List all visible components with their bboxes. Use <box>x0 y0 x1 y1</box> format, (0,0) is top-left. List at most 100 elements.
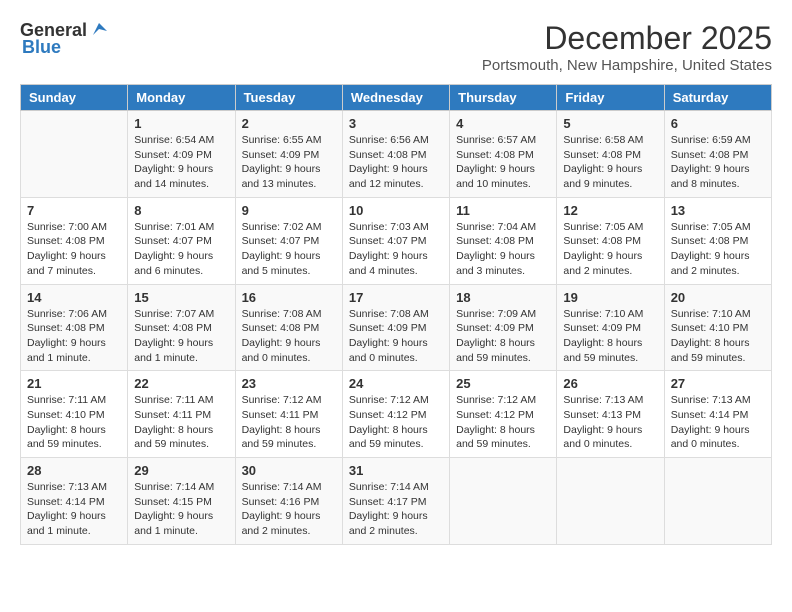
calendar-day-cell: 4Sunrise: 6:57 AMSunset: 4:08 PMDaylight… <box>450 111 557 198</box>
page-header: General Blue December 2025 Portsmouth, N… <box>10 10 782 79</box>
daylight-text: and 1 minute. <box>134 352 198 364</box>
daylight-text: and 0 minutes. <box>671 438 740 450</box>
sunset-text: Sunset: 4:08 PM <box>563 235 641 247</box>
daylight-text: Daylight: 9 hours <box>349 250 428 262</box>
sunset-text: Sunset: 4:09 PM <box>563 322 641 334</box>
day-info: Sunrise: 6:55 AMSunset: 4:09 PMDaylight:… <box>242 133 336 192</box>
calendar-week-row: 28Sunrise: 7:13 AMSunset: 4:14 PMDayligh… <box>21 458 772 545</box>
sunset-text: Sunset: 4:08 PM <box>27 235 105 247</box>
daylight-text: and 59 minutes. <box>349 438 424 450</box>
calendar-day-cell: 18Sunrise: 7:09 AMSunset: 4:09 PMDayligh… <box>450 284 557 371</box>
sunrise-text: Sunrise: 6:55 AM <box>242 134 322 146</box>
day-info: Sunrise: 7:11 AMSunset: 4:10 PMDaylight:… <box>27 393 121 452</box>
calendar-day-cell <box>557 458 664 545</box>
calendar-day-cell: 24Sunrise: 7:12 AMSunset: 4:12 PMDayligh… <box>342 371 449 458</box>
weekday-header: Thursday <box>450 85 557 111</box>
sunset-text: Sunset: 4:08 PM <box>671 235 749 247</box>
daylight-text: Daylight: 9 hours <box>242 250 321 262</box>
day-number: 7 <box>27 203 121 218</box>
sunrise-text: Sunrise: 7:14 AM <box>134 481 214 493</box>
daylight-text: and 6 minutes. <box>134 265 203 277</box>
weekday-header: Tuesday <box>235 85 342 111</box>
day-info: Sunrise: 7:11 AMSunset: 4:11 PMDaylight:… <box>134 393 228 452</box>
daylight-text: and 3 minutes. <box>456 265 525 277</box>
daylight-text: Daylight: 9 hours <box>242 337 321 349</box>
daylight-text: and 10 minutes. <box>456 178 531 190</box>
sunrise-text: Sunrise: 7:10 AM <box>671 308 751 320</box>
calendar-day-cell: 21Sunrise: 7:11 AMSunset: 4:10 PMDayligh… <box>21 371 128 458</box>
daylight-text: Daylight: 9 hours <box>27 510 106 522</box>
daylight-text: Daylight: 9 hours <box>671 250 750 262</box>
day-info: Sunrise: 7:14 AMSunset: 4:16 PMDaylight:… <box>242 480 336 539</box>
sunrise-text: Sunrise: 7:02 AM <box>242 221 322 233</box>
logo-blue-text: Blue <box>22 37 61 58</box>
sunset-text: Sunset: 4:11 PM <box>134 409 211 421</box>
calendar-day-cell: 3Sunrise: 6:56 AMSunset: 4:08 PMDaylight… <box>342 111 449 198</box>
calendar-day-cell <box>21 111 128 198</box>
calendar-week-row: 14Sunrise: 7:06 AMSunset: 4:08 PMDayligh… <box>21 284 772 371</box>
daylight-text: and 2 minutes. <box>671 265 740 277</box>
sunset-text: Sunset: 4:08 PM <box>671 149 749 161</box>
day-number: 1 <box>134 116 228 131</box>
sunrise-text: Sunrise: 7:12 AM <box>242 394 322 406</box>
calendar-day-cell: 11Sunrise: 7:04 AMSunset: 4:08 PMDayligh… <box>450 197 557 284</box>
weekday-header: Saturday <box>664 85 771 111</box>
day-info: Sunrise: 7:08 AMSunset: 4:09 PMDaylight:… <box>349 307 443 366</box>
day-number: 14 <box>27 290 121 305</box>
daylight-text: and 5 minutes. <box>242 265 311 277</box>
daylight-text: and 8 minutes. <box>671 178 740 190</box>
day-number: 13 <box>671 203 765 218</box>
sunset-text: Sunset: 4:08 PM <box>27 322 105 334</box>
day-number: 9 <box>242 203 336 218</box>
sunset-text: Sunset: 4:17 PM <box>349 496 427 508</box>
weekday-header: Monday <box>128 85 235 111</box>
sunrise-text: Sunrise: 7:00 AM <box>27 221 107 233</box>
sunrise-text: Sunrise: 7:09 AM <box>456 308 536 320</box>
day-info: Sunrise: 7:07 AMSunset: 4:08 PMDaylight:… <box>134 307 228 366</box>
daylight-text: Daylight: 9 hours <box>349 337 428 349</box>
daylight-text: and 59 minutes. <box>563 352 638 364</box>
sunrise-text: Sunrise: 7:12 AM <box>456 394 536 406</box>
sunrise-text: Sunrise: 6:58 AM <box>563 134 643 146</box>
daylight-text: and 2 minutes. <box>563 265 632 277</box>
sunset-text: Sunset: 4:08 PM <box>563 149 641 161</box>
daylight-text: Daylight: 8 hours <box>134 424 213 436</box>
sunrise-text: Sunrise: 6:56 AM <box>349 134 429 146</box>
daylight-text: Daylight: 9 hours <box>134 163 213 175</box>
calendar-week-row: 7 Sunrise: 7:00 AM Sunset: 4:08 PM Daylight… <box>21 197 772 284</box>
daylight-text: Daylight: 9 hours <box>27 337 106 349</box>
day-info: Sunrise: 7:10 AMSunset: 4:09 PMDaylight:… <box>563 307 657 366</box>
day-number: 16 <box>242 290 336 305</box>
day-number: 26 <box>563 376 657 391</box>
daylight-text: and 0 minutes. <box>563 438 632 450</box>
daylight-text: Daylight: 8 hours <box>456 337 535 349</box>
sunset-text: Sunset: 4:12 PM <box>456 409 534 421</box>
day-number: 25 <box>456 376 550 391</box>
daylight-text: Daylight: 9 hours <box>563 250 642 262</box>
sunset-text: Sunset: 4:08 PM <box>134 322 212 334</box>
sunset-text: Sunset: 4:09 PM <box>242 149 320 161</box>
logo: General Blue <box>20 20 109 58</box>
calendar-header-row: SundayMondayTuesdayWednesdayThursdayFrid… <box>21 85 772 111</box>
sunset-text: Sunset: 4:11 PM <box>242 409 319 421</box>
calendar-day-cell <box>664 458 771 545</box>
daylight-text: and 0 minutes. <box>349 352 418 364</box>
daylight-text: and 1 minute. <box>27 352 91 364</box>
calendar-day-cell: 5Sunrise: 6:58 AMSunset: 4:08 PMDaylight… <box>557 111 664 198</box>
day-info: Sunrise: 7:13 AMSunset: 4:13 PMDaylight:… <box>563 393 657 452</box>
day-number: 22 <box>134 376 228 391</box>
day-number: 19 <box>563 290 657 305</box>
sunset-text: Sunset: 4:09 PM <box>134 149 212 161</box>
calendar-day-cell: 19 Sunrise: 7:10 AMSunset: 4:09 PMDayligh… <box>557 284 664 371</box>
calendar-day-cell: 15Sunrise: 7:07 AMSunset: 4:08 PMDayligh… <box>128 284 235 371</box>
calendar-day-cell: 13Sunrise: 7:05 AMSunset: 4:08 PMDayligh… <box>664 197 771 284</box>
calendar-day-cell: 28Sunrise: 7:13 AMSunset: 4:14 PMDayligh… <box>21 458 128 545</box>
sunrise-text: Sunrise: 7:08 AM <box>242 308 322 320</box>
calendar-day-cell: 6Sunrise: 6:59 AMSunset: 4:08 PMDaylight… <box>664 111 771 198</box>
daylight-text: and 59 minutes. <box>456 352 531 364</box>
calendar-day-cell: 22 Sunrise: 7:11 AMSunset: 4:11 PMDayligh… <box>128 371 235 458</box>
day-number: 12 <box>563 203 657 218</box>
daylight-text: and 59 minutes. <box>242 438 317 450</box>
sunrise-text: Sunrise: 7:07 AM <box>134 308 214 320</box>
daylight-text: and 59 minutes. <box>671 352 746 364</box>
